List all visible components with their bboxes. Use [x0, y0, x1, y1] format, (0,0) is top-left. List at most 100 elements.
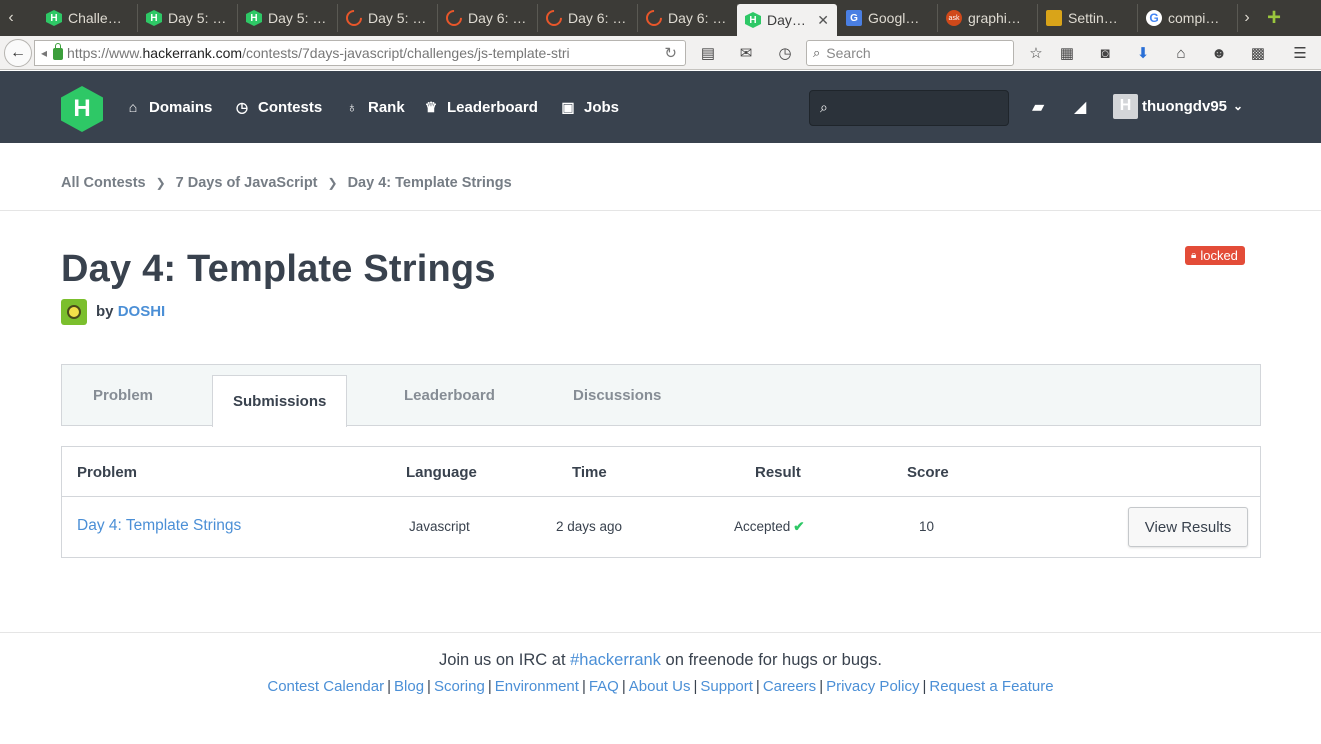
username: thuongdv95 — [1142, 97, 1227, 115]
tab-scroll-right-icon[interactable]: › — [1236, 0, 1258, 36]
footer-link-careers[interactable]: Careers — [763, 678, 816, 695]
reload-icon[interactable]: ↻ — [664, 44, 677, 62]
nav-label: Leaderboard — [447, 98, 538, 116]
bookmark-star-icon[interactable]: ☆ — [1026, 43, 1046, 63]
settings-icon — [1046, 10, 1062, 26]
tab-title: graphi… — [968, 10, 1021, 26]
messages-icon[interactable]: ▰ — [1032, 97, 1044, 117]
submission-problem-link[interactable]: Day 4: Template Strings — [77, 517, 241, 535]
nav-rank[interactable]: ♁ Rank — [344, 97, 405, 117]
site-search-input[interactable]: ⌕ — [809, 90, 1009, 126]
browser-tab[interactable]: H Challe… — [38, 4, 138, 32]
submission-language: Javascript — [409, 519, 470, 534]
browser-tab[interactable]: G Googl… — [838, 4, 938, 32]
footer-link-environment[interactable]: Environment — [495, 678, 579, 695]
tab-problem[interactable]: Problem — [93, 365, 153, 426]
browser-search-input[interactable]: ⌕ Search — [806, 40, 1014, 66]
author-link[interactable]: DOSHI — [118, 303, 166, 320]
footer-link-blog[interactable]: Blog — [394, 678, 424, 695]
url-path: /contests/7days-javascript/challenges/js… — [242, 45, 570, 61]
nav-leaderboard[interactable]: ♛ Leaderboard — [423, 97, 538, 117]
pocket-icon[interactable]: ◙ — [1095, 43, 1115, 63]
info-icon[interactable]: ◂ — [41, 46, 47, 60]
footer-link-privacy-policy[interactable]: Privacy Policy — [826, 678, 919, 695]
tab-discussions[interactable]: Discussions — [573, 365, 661, 426]
nav-domains[interactable]: ⌂ Domains — [125, 97, 213, 117]
table-header: Problem Language Time Result Score — [62, 447, 1260, 497]
mail-icon[interactable]: ✉ — [736, 43, 756, 63]
column-header-problem: Problem — [77, 464, 138, 481]
submissions-table: Problem Language Time Result Score Day 4… — [61, 446, 1261, 558]
medal-icon: ♁ — [346, 99, 358, 115]
submission-result: Accepted ✔ — [734, 519, 805, 535]
hackerrank-logo[interactable]: H — [61, 86, 103, 132]
back-arrow-icon: ← — [10, 44, 26, 61]
reader-view-icon[interactable]: ▤ — [698, 43, 718, 63]
tab-title: Day 6: … — [668, 10, 727, 26]
tab-title: Challe… — [68, 10, 122, 26]
browser-tab[interactable]: Day 6: … — [638, 4, 738, 32]
browser-tab[interactable]: Day 6: … — [538, 4, 638, 32]
author-line: by DOSHI — [96, 303, 165, 320]
footer-link-contest-calendar[interactable]: Contest Calendar — [267, 678, 384, 695]
breadcrumb-all-contests[interactable]: All Contests — [61, 175, 146, 191]
breadcrumb-contest[interactable]: 7 Days of JavaScript — [176, 175, 318, 191]
page-title: Day 4: Template Strings — [61, 248, 496, 290]
browser-tab[interactable]: Day 6: … — [438, 4, 538, 32]
browser-tab[interactable]: G compi… — [1138, 4, 1238, 32]
author-by-label: by — [96, 303, 114, 320]
url-bar[interactable]: ◂ https://www. hackerrank.com/contests/7d… — [34, 40, 686, 66]
footer-link-faq[interactable]: FAQ — [589, 678, 619, 695]
history-icon[interactable]: ◷ — [775, 43, 795, 63]
new-tab-icon[interactable]: + — [1262, 4, 1286, 31]
google-translate-icon: G — [846, 10, 862, 26]
browser-tab[interactable]: ask graphi… — [938, 4, 1038, 32]
home-icon[interactable]: ⌂ — [1171, 43, 1191, 63]
nav-jobs[interactable]: ▣ Jobs — [560, 97, 619, 117]
chat-icon[interactable]: ☻ — [1209, 43, 1229, 63]
breadcrumb-bar: All Contests ❯ 7 Days of JavaScript ❯ Da… — [0, 143, 1321, 211]
tab-title: Day 5: … — [268, 10, 327, 26]
lock-icon: 🔒︎ — [1191, 250, 1197, 261]
user-menu[interactable]: H thuongdv95 ⌄ — [1113, 93, 1243, 119]
download-icon[interactable]: ⬇ — [1133, 43, 1153, 63]
tab-leaderboard[interactable]: Leaderboard — [404, 365, 495, 426]
browser-tab[interactable]: Day 5: … — [338, 4, 438, 32]
footer-irc-line: Join us on IRC at #hackerrank on freenod… — [0, 651, 1321, 670]
browser-tab[interactable]: Settin… — [1038, 4, 1138, 32]
browser-tab[interactable]: H Day 5: … — [238, 4, 338, 32]
hackerrank-icon: H — [745, 12, 761, 28]
loading-icon — [542, 6, 566, 30]
irc-channel-link[interactable]: #hackerrank — [570, 651, 661, 669]
bookmarks-list-icon[interactable]: ▦ — [1057, 43, 1077, 63]
footer-links: Contest Calendar | Blog | Scoring | Environmen… — [267, 678, 1054, 695]
clock-icon: ◷ — [235, 98, 249, 115]
apps-grid-icon[interactable]: ▩ — [1248, 43, 1268, 63]
search-icon: ⌕ — [820, 99, 828, 115]
nav-contests[interactable]: ◷ Contests — [234, 97, 322, 117]
back-button[interactable]: ← — [4, 39, 32, 67]
tab-scroll-left-icon[interactable]: ‹ — [0, 0, 22, 36]
close-tab-icon[interactable]: ✕ — [817, 12, 829, 29]
google-icon: G — [1146, 10, 1162, 26]
menu-icon[interactable]: ☰ — [1290, 43, 1310, 63]
challenge-tabs: Problem Submissions Leaderboard Discussi… — [61, 364, 1261, 427]
footer-link-support[interactable]: Support — [700, 678, 753, 695]
footer-link-about-us[interactable]: About Us — [629, 678, 691, 695]
browser-tab-active[interactable]: H Day… ✕ — [737, 4, 837, 36]
ask-icon: ask — [946, 10, 962, 26]
footer-link-scoring[interactable]: Scoring — [434, 678, 485, 695]
view-results-button[interactable]: View Results — [1128, 507, 1248, 547]
footer-link-request-feature[interactable]: Request a Feature — [929, 678, 1053, 695]
tab-title: compi… — [1168, 10, 1220, 26]
browser-tab[interactable]: H Day 5: … — [138, 4, 238, 32]
tab-submissions[interactable]: Submissions — [212, 375, 348, 427]
submission-time: 2 days ago — [556, 519, 623, 534]
briefcase-icon: ▣ — [561, 98, 575, 115]
author-avatar[interactable] — [61, 299, 87, 325]
chevron-down-icon: ⌄ — [1233, 99, 1244, 113]
chevron-right-icon: ❯ — [155, 176, 166, 190]
breadcrumb-challenge[interactable]: Day 4: Template Strings — [348, 175, 512, 191]
notifications-icon[interactable]: ◢ — [1074, 97, 1086, 117]
submission-score: 10 — [919, 519, 935, 534]
